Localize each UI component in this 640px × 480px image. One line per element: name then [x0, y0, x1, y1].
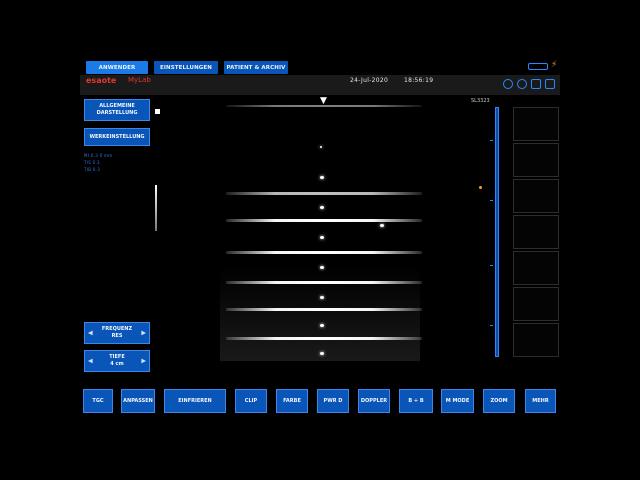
adjust-button[interactable]: ANPASSEN	[121, 389, 155, 413]
depth-scale[interactable]	[495, 107, 499, 357]
general-display-label-2: DARSTELLUNG	[96, 110, 138, 116]
thumbnail-slot[interactable]	[513, 143, 559, 177]
general-display-button[interactable]: ALLGEMEINE DARSTELLUNG	[84, 99, 150, 121]
tab-anwender[interactable]: ANWENDER	[86, 61, 148, 74]
depth-value: 4 cm	[110, 361, 124, 367]
depth-title: TIEFE	[109, 354, 125, 360]
brand-logo: esaote	[86, 76, 117, 85]
frequency-value: RES	[111, 333, 123, 339]
scale-tick	[490, 200, 493, 201]
dual-b-button[interactable]: B + B	[399, 389, 433, 413]
thumbnail-slot[interactable]	[513, 323, 559, 357]
thumbnail-slot[interactable]	[513, 287, 559, 321]
echo-line	[226, 219, 422, 222]
battery-icon	[528, 63, 548, 70]
clip-button[interactable]: CLIP	[235, 389, 267, 413]
doppler-button[interactable]: DOPPLER	[358, 389, 390, 413]
probe-icon[interactable]	[503, 79, 513, 89]
tis-readout: TIS 0.3	[84, 160, 100, 165]
echo-dot	[320, 146, 322, 148]
ultrasound-image[interactable]: ▼	[160, 96, 496, 361]
header-bar	[80, 75, 560, 95]
thumbnail-slot[interactable]	[513, 215, 559, 249]
zoom-button[interactable]: ZOOM	[483, 389, 515, 413]
echo-dot	[320, 206, 324, 209]
echo-dot	[320, 176, 324, 179]
echo-dot	[320, 266, 324, 269]
frequency-decrease-icon[interactable]: ◀	[88, 330, 93, 337]
scale-tick	[490, 140, 493, 141]
thumbnail-slot[interactable]	[513, 107, 559, 141]
scale-tick	[490, 325, 493, 326]
network-icon[interactable]	[545, 79, 555, 89]
frequency-title: FREQUENZ	[101, 326, 133, 332]
tib-readout: TIB 0.3	[84, 167, 101, 172]
focus-depth-marker	[479, 186, 482, 189]
power-doppler-button[interactable]: PWR D	[317, 389, 349, 413]
color-button[interactable]: FARBE	[276, 389, 308, 413]
probe-label: SL3323	[471, 98, 490, 104]
depth-increase-icon[interactable]: ▶	[141, 358, 146, 365]
tgc-button[interactable]: TGC	[83, 389, 113, 413]
factory-settings-button[interactable]: WERKEINSTELLUNG	[84, 128, 150, 146]
scale-tick	[490, 265, 493, 266]
echo-dot	[320, 296, 324, 299]
echo-line	[226, 105, 422, 107]
product-logo: MyLab	[128, 76, 151, 84]
thumbnail-slot[interactable]	[513, 179, 559, 213]
tab-patient-archiv[interactable]: PATIENT & ARCHIV	[224, 61, 288, 74]
time-display: 18:56:19	[404, 77, 434, 84]
echo-dot	[320, 324, 324, 327]
echo-line	[226, 192, 422, 195]
thumbnail-column	[513, 107, 559, 359]
depth-decrease-icon[interactable]: ◀	[88, 358, 93, 365]
bluetooth-icon[interactable]	[531, 79, 541, 89]
frequency-increase-icon[interactable]: ▶	[141, 330, 146, 337]
echo-line	[226, 308, 422, 311]
settings-icon[interactable]	[517, 79, 527, 89]
echo-line	[226, 281, 422, 284]
echo-dot	[320, 352, 324, 355]
tab-einstellungen[interactable]: EINSTELLUNGEN	[154, 61, 218, 74]
general-display-label-1: ALLGEMEINE	[99, 103, 135, 109]
factory-settings-label: WERKEINSTELLUNG	[89, 133, 145, 140]
echo-line	[226, 337, 422, 340]
m-mode-button[interactable]: M MODE	[441, 389, 474, 413]
echo-line	[226, 251, 422, 254]
focus-bar	[155, 185, 157, 231]
mi-readout: MI 0.3 0 mm	[84, 153, 113, 158]
more-button[interactable]: MEHR	[525, 389, 556, 413]
frequency-control[interactable]: ◀ FREQUENZ RES ▶	[84, 322, 150, 344]
echo-dot	[320, 236, 324, 239]
freeze-button[interactable]: EINFRIEREN	[164, 389, 226, 413]
thumbnail-slot[interactable]	[513, 251, 559, 285]
depth-control[interactable]: ◀ TIEFE 4 cm ▶	[84, 350, 150, 372]
charging-icon: ⚡	[551, 60, 558, 70]
echo-dot	[380, 224, 384, 227]
date-display: 24-Jul-2020	[350, 77, 389, 84]
